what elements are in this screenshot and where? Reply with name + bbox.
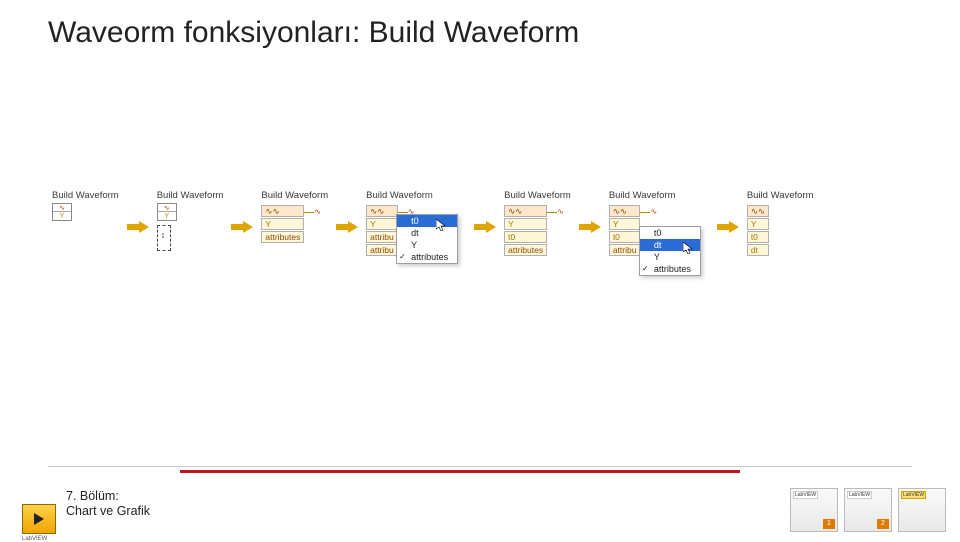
build-waveform-node-3: Build Waveform ∿∿ Y attributes ∿ — [261, 190, 328, 243]
terminal-stack: ∿∿ Y t0 attributes — [504, 205, 547, 256]
output-wire — [547, 212, 557, 213]
waveform-glyph-icon: ∿ — [650, 207, 657, 216]
terminal-attributes[interactable]: attribu — [609, 244, 641, 256]
node-label: Build Waveform — [157, 190, 224, 201]
build-waveform-node-5: Build Waveform ∿∿ Y t0 attributes ∿ — [504, 190, 571, 256]
labview-logo-icon — [22, 504, 56, 534]
menu-item-y[interactable]: Y — [397, 239, 457, 251]
terminal-waveform[interactable]: ∿∿ — [609, 205, 641, 217]
terminal-y[interactable]: Y — [261, 218, 304, 230]
node-label: Build Waveform — [504, 190, 571, 201]
page-title: Waveorm fonksiyonları: Build Waveform — [48, 16, 579, 50]
y-terminal-icon: Y — [53, 212, 71, 220]
output-wire — [304, 212, 314, 213]
node-label: Build Waveform — [261, 190, 328, 201]
chapter-line-1: 7. Bölüm: — [66, 489, 150, 505]
resize-handle[interactable] — [157, 225, 171, 251]
terminal-selector-menu[interactable]: t0 dt Y attributes — [396, 214, 458, 264]
cursor-icon — [683, 242, 693, 254]
footer: LabVIEW 7. Bölüm: Chart ve Grafik LabVIE… — [0, 466, 960, 540]
terminal-attributes-extra[interactable]: attribu — [366, 244, 398, 256]
cursor-icon — [436, 219, 446, 231]
chapter-line-2: Chart ve Grafik — [66, 504, 150, 520]
terminal-t0[interactable]: t0 — [747, 231, 769, 243]
book-thumbnails: LabVIEW 1 LabVIEW 2 LabVIEW — [790, 488, 946, 532]
book-badge: 1 — [823, 519, 835, 529]
node-label: Build Waveform — [609, 190, 676, 201]
labview-logo-label: LabVIEW — [22, 536, 47, 542]
arrow-icon — [125, 220, 151, 234]
accent-divider — [180, 470, 740, 473]
book-tag: LabVIEW — [793, 491, 818, 499]
arrow-icon — [577, 220, 603, 234]
book-badge: 2 — [877, 519, 889, 529]
menu-item-attributes[interactable]: attributes — [640, 263, 700, 275]
chapter-label: 7. Bölüm: Chart ve Grafik — [66, 489, 150, 520]
arrow-icon — [334, 220, 360, 234]
output-wire — [398, 212, 408, 213]
play-triangle-icon — [34, 513, 44, 525]
terminal-stack: ∿∿ Y t0 attribu — [609, 205, 641, 256]
terminal-y[interactable]: Y — [609, 218, 641, 230]
terminal-t0[interactable]: t0 — [609, 231, 641, 243]
book-tag: LabVIEW — [847, 491, 872, 499]
terminal-stack: ∿∿ Y attribu attribu — [366, 205, 398, 256]
terminal-stack: ∿∿ Y t0 dt — [747, 205, 769, 256]
terminal-attributes[interactable]: attributes — [261, 231, 304, 243]
menu-item-t0[interactable]: t0 — [397, 215, 457, 227]
book-tag: LabVIEW — [901, 491, 926, 499]
arrow-icon — [472, 220, 498, 234]
node-label: Build Waveform — [366, 190, 433, 201]
terminal-waveform[interactable]: ∿∿ — [366, 205, 398, 217]
arrow-icon — [229, 220, 255, 234]
build-waveform-icon[interactable]: ∿ Y — [52, 203, 72, 221]
terminal-waveform[interactable]: ∿∿ — [261, 205, 304, 217]
y-terminal-icon: Y — [158, 212, 176, 220]
build-waveform-icon[interactable]: ∿ Y — [157, 203, 177, 221]
node-label: Build Waveform — [52, 190, 119, 201]
build-waveform-node-1: Build Waveform ∿ Y — [52, 190, 119, 221]
book-thumb-3: LabVIEW — [898, 488, 946, 532]
divider — [48, 466, 912, 467]
diagram-row: Build Waveform ∿ Y Build Waveform ∿ Y Bu… — [52, 190, 920, 256]
waveform-glyph-icon: ∿ — [53, 204, 71, 212]
build-waveform-node-6: Build Waveform ∿∿ Y t0 attribu ∿ t0 dt Y… — [609, 190, 709, 256]
waveform-glyph-icon: ∿ — [314, 207, 321, 216]
terminal-y[interactable]: Y — [366, 218, 398, 230]
terminal-waveform[interactable]: ∿∿ — [504, 205, 547, 217]
terminal-stack: ∿∿ Y attributes — [261, 205, 304, 243]
terminal-attributes[interactable]: attribu — [366, 231, 398, 243]
book-thumb-1: LabVIEW 1 — [790, 488, 838, 532]
book-thumb-2: LabVIEW 2 — [844, 488, 892, 532]
waveform-glyph-icon: ∿ — [158, 204, 176, 212]
menu-item-attributes[interactable]: attributes — [397, 251, 457, 263]
terminal-attributes[interactable]: attributes — [504, 244, 547, 256]
arrow-icon — [715, 220, 741, 234]
build-waveform-node-2: Build Waveform ∿ Y — [157, 190, 224, 251]
terminal-waveform[interactable]: ∿∿ — [747, 205, 769, 217]
terminal-y[interactable]: Y — [747, 218, 769, 230]
node-label: Build Waveform — [747, 190, 814, 201]
build-waveform-node-4: Build Waveform ∿∿ Y attribu attribu ∿ t0… — [366, 190, 466, 256]
output-wire — [640, 212, 650, 213]
terminal-dt[interactable]: dt — [747, 244, 769, 256]
menu-item-t0[interactable]: t0 — [640, 227, 700, 239]
waveform-glyph-icon: ∿ — [557, 207, 564, 216]
terminal-y[interactable]: Y — [504, 218, 547, 230]
build-waveform-node-7: Build Waveform ∿∿ Y t0 dt — [747, 190, 814, 256]
terminal-t0[interactable]: t0 — [504, 231, 547, 243]
menu-item-dt[interactable]: dt — [397, 227, 457, 239]
